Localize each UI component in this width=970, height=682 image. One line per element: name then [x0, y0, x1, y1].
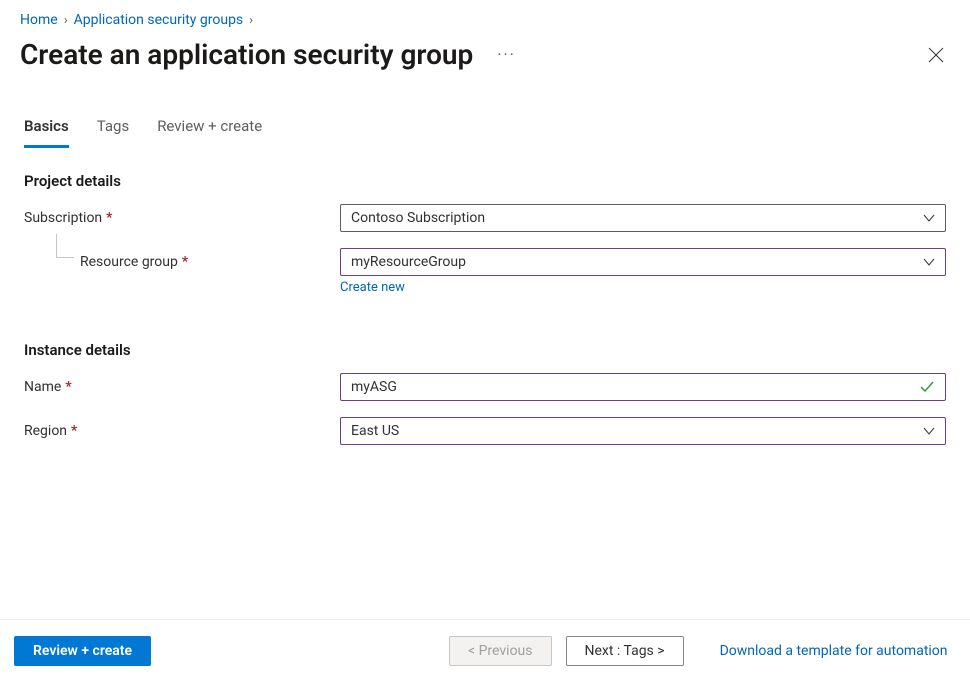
page-title: Create an application security group: [20, 38, 473, 71]
subscription-row: Subscription * Contoso Subscription: [24, 204, 946, 232]
region-label-col: Region *: [24, 417, 340, 445]
required-indicator: *: [71, 423, 77, 439]
check-icon: [919, 379, 935, 395]
footer: Review + create < Previous Next : Tags >…: [0, 619, 970, 682]
name-label-col: Name *: [24, 373, 340, 401]
resource-group-select[interactable]: myResourceGroup: [340, 248, 946, 276]
resource-group-value: myResourceGroup: [351, 254, 466, 270]
region-select[interactable]: East US: [340, 417, 946, 445]
create-new-link[interactable]: Create new: [340, 280, 405, 295]
region-label: Region: [24, 423, 67, 439]
tab-review-create[interactable]: Review + create: [157, 117, 262, 148]
required-indicator: *: [182, 254, 188, 270]
name-value: myASG: [351, 379, 397, 395]
breadcrumb: Home › Application security groups ›: [0, 0, 970, 34]
breadcrumb-asg-link[interactable]: Application security groups: [74, 12, 244, 28]
tab-tags[interactable]: Tags: [97, 117, 129, 148]
chevron-right-icon: ›: [249, 13, 253, 28]
chevron-down-icon: [923, 212, 935, 224]
chevron-down-icon: [923, 256, 935, 268]
resource-group-label-col: Resource group *: [24, 248, 340, 276]
name-input[interactable]: myASG: [340, 373, 946, 401]
subscription-label-col: Subscription *: [24, 204, 340, 232]
section-title-project: Project details: [24, 172, 946, 190]
close-button[interactable]: [922, 41, 950, 69]
chevron-right-icon: ›: [64, 13, 68, 28]
required-indicator: *: [65, 379, 71, 395]
tab-basics[interactable]: Basics: [24, 117, 69, 148]
resource-group-row: Resource group * myResourceGroup Create …: [24, 248, 946, 295]
name-row: Name * myASG: [24, 373, 946, 401]
region-value: East US: [351, 423, 399, 439]
region-row: Region * East US: [24, 417, 946, 445]
required-indicator: *: [106, 210, 112, 226]
form-content: Project details Subscription * Contoso S…: [0, 148, 970, 445]
previous-button[interactable]: < Previous: [449, 636, 551, 666]
page-header: Create an application security group ···: [0, 34, 970, 91]
download-template-link[interactable]: Download a template for automation: [720, 643, 948, 659]
tree-connector-icon: [56, 234, 74, 258]
close-icon: [928, 47, 944, 63]
next-button[interactable]: Next : Tags >: [566, 636, 684, 666]
more-actions-button[interactable]: ···: [491, 43, 522, 66]
resource-group-label: Resource group: [80, 254, 178, 270]
tabs: Basics Tags Review + create: [0, 91, 970, 148]
chevron-down-icon: [923, 425, 935, 437]
subscription-value: Contoso Subscription: [351, 210, 485, 226]
subscription-label: Subscription: [24, 210, 102, 226]
section-title-instance: Instance details: [24, 341, 946, 359]
subscription-select[interactable]: Contoso Subscription: [340, 204, 946, 232]
review-create-button[interactable]: Review + create: [14, 636, 151, 666]
breadcrumb-home-link[interactable]: Home: [20, 12, 58, 28]
name-label: Name: [24, 379, 61, 395]
